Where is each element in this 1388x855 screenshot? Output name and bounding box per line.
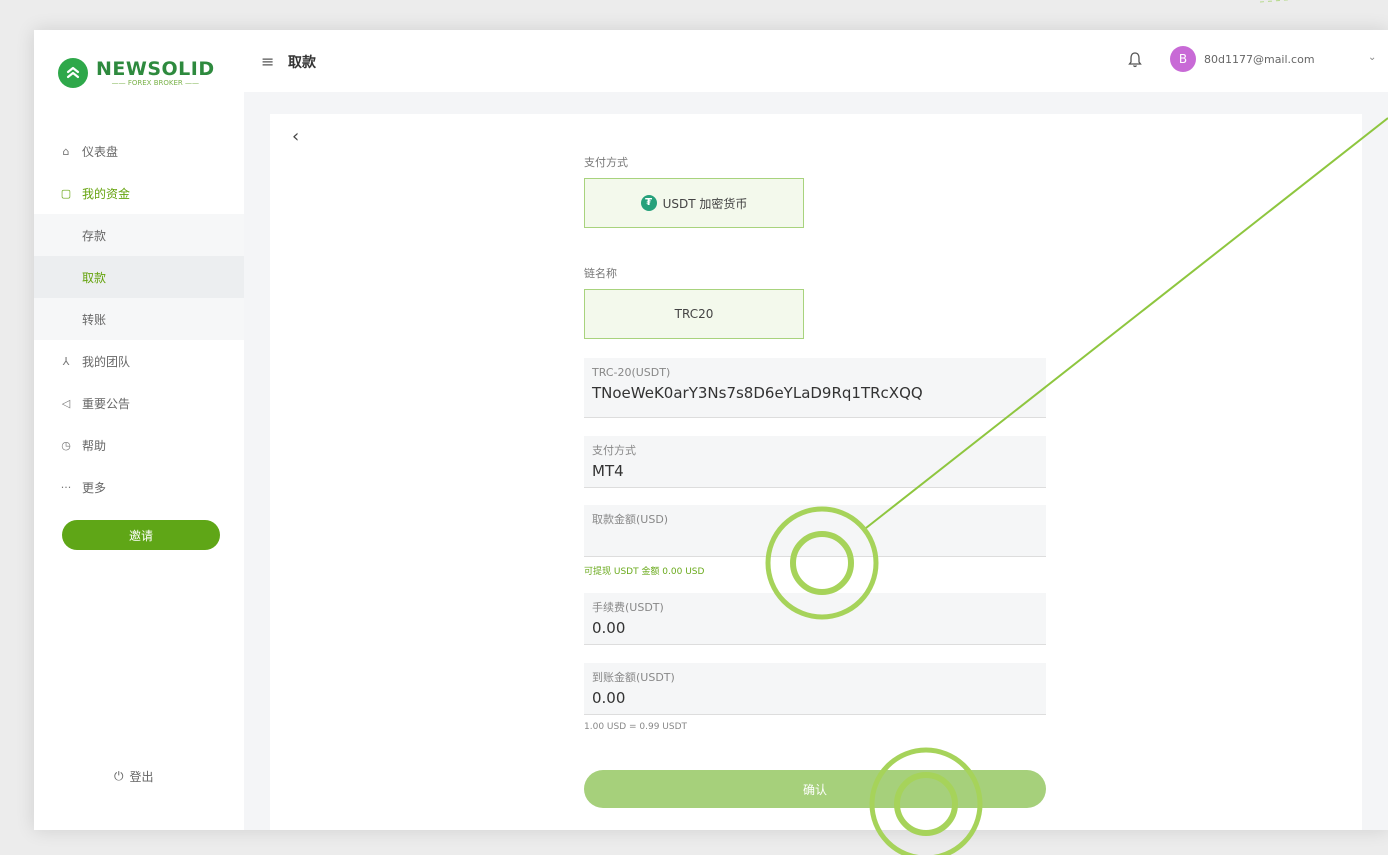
account-field[interactable]: 支付方式 MT4: [584, 436, 1046, 488]
chain-option-trc20[interactable]: TRC20: [584, 289, 804, 339]
speaker-icon: ◁: [61, 396, 71, 410]
sidebar-item-label: 更多: [82, 480, 107, 495]
home-icon: ⌂: [62, 144, 70, 158]
sidebar-item-help[interactable]: ◷ 帮助: [34, 424, 244, 466]
sidebar-item-dashboard[interactable]: ⌂ 仪表盘: [34, 130, 244, 172]
sidebar-item-withdraw[interactable]: 取款: [34, 256, 244, 298]
pay-method-label: 支付方式: [584, 156, 628, 169]
sidebar-item-more[interactable]: ··· 更多: [34, 466, 244, 508]
brand-logo[interactable]: NEWSOLID —— FOREX BROKER ——: [58, 56, 215, 90]
logout-label: 登出: [129, 770, 154, 784]
receive-value: 0.00: [592, 689, 626, 707]
sidebar-submenu-funds: 存款 取款 转账: [34, 214, 244, 340]
amount-label: 取款金额(USD): [592, 513, 669, 526]
chain-label: 链名称: [584, 267, 617, 280]
app-window: NEWSOLID —— FOREX BROKER —— ⌂ 仪表盘 ▢ 我的资金…: [34, 30, 1388, 830]
amount-field[interactable]: 取款金额(USD): [584, 505, 1046, 557]
address-label: TRC-20(USDT): [592, 366, 671, 379]
chain-value: TRC20: [674, 307, 714, 321]
sidebar-item-label: 存款: [82, 228, 107, 243]
fee-label: 手续费(USDT): [592, 601, 664, 614]
help-icon: ◷: [61, 438, 71, 452]
sidebar-item-label: 帮助: [82, 438, 107, 453]
back-arrow-icon[interactable]: ‹: [292, 126, 299, 147]
sidebar-item-label: 我的资金: [82, 186, 131, 201]
user-email[interactable]: 80d1177@mail.com: [1204, 53, 1315, 66]
withdraw-card: ‹ 支付方式 ₮ USDT 加密货币 链名称 TRC20 TRC-20(USDT…: [270, 114, 1362, 830]
sidebar-item-my-team[interactable]: ⅄ 我的团队: [34, 340, 244, 382]
bell-icon[interactable]: [1128, 52, 1142, 72]
receive-label: 到账金额(USDT): [592, 671, 675, 684]
avatar[interactable]: B: [1170, 46, 1196, 72]
sidebar-item-label: 取款: [82, 270, 107, 285]
sidebar-item-label: 转账: [82, 312, 107, 327]
logo-mark-icon: [58, 58, 88, 88]
account-label: 支付方式: [592, 444, 636, 457]
sidebar-item-my-funds[interactable]: ▢ 我的资金: [34, 172, 244, 214]
tether-icon: ₮: [640, 195, 657, 211]
sidebar-item-label: 仪表盘: [82, 144, 119, 159]
available-hint: 可提现 USDT 金额 0.00 USD: [584, 567, 705, 577]
brand-tagline: —— FOREX BROKER ——: [111, 78, 199, 87]
hamburger-menu-icon[interactable]: ≡: [261, 52, 274, 71]
confirm-button[interactable]: 确认: [584, 770, 1046, 808]
annotation-dashed-line: [1259, 0, 1293, 3]
rate-hint: 1.00 USD = 0.99 USDT: [584, 722, 688, 732]
more-icon: ···: [60, 480, 72, 494]
pay-method-value: USDT 加密货币: [662, 196, 748, 211]
top-header: ≡ 取款 B 80d1177@mail.com ⌄: [244, 30, 1388, 93]
sidebar-item-label: 重要公告: [82, 396, 131, 411]
account-value: MT4: [592, 462, 624, 480]
fee-field: 手续费(USDT) 0.00: [584, 593, 1046, 645]
address-value: TNoeWeK0arY3Ns7s8D6eYLaD9Rq1TRcXQQ: [592, 384, 923, 402]
power-icon: ⏻: [114, 769, 124, 783]
logout-button[interactable]: ⏻ 登出: [114, 768, 154, 785]
pay-method-option-usdt[interactable]: ₮ USDT 加密货币: [584, 178, 804, 228]
main-content: ‹ 支付方式 ₮ USDT 加密货币 链名称 TRC20 TRC-20(USDT…: [244, 92, 1388, 830]
brand-name: NEWSOLID: [96, 57, 215, 80]
sidebar-item-announcements[interactable]: ◁ 重要公告: [34, 382, 244, 424]
sidebar: NEWSOLID —— FOREX BROKER —— ⌂ 仪表盘 ▢ 我的资金…: [34, 30, 244, 830]
address-field[interactable]: TRC-20(USDT) TNoeWeK0arY3Ns7s8D6eYLaD9Rq…: [584, 358, 1046, 418]
chevron-down-icon[interactable]: ⌄: [1368, 52, 1376, 63]
sidebar-item-transfer[interactable]: 转账: [34, 298, 244, 340]
wallet-icon: ▢: [60, 186, 72, 200]
sidebar-item-deposit[interactable]: 存款: [34, 214, 244, 256]
invite-button[interactable]: 邀请: [62, 520, 220, 550]
receive-field: 到账金额(USDT) 0.00: [584, 663, 1046, 715]
sidebar-nav: ⌂ 仪表盘 ▢ 我的资金 存款 取款 转账 ⅄ 我的团队 ◁ 重要公告 ◷ 帮助…: [34, 130, 244, 508]
team-icon: ⅄: [62, 354, 70, 368]
page-title: 取款: [288, 55, 316, 71]
sidebar-item-label: 我的团队: [82, 354, 131, 369]
fee-value: 0.00: [592, 619, 626, 637]
